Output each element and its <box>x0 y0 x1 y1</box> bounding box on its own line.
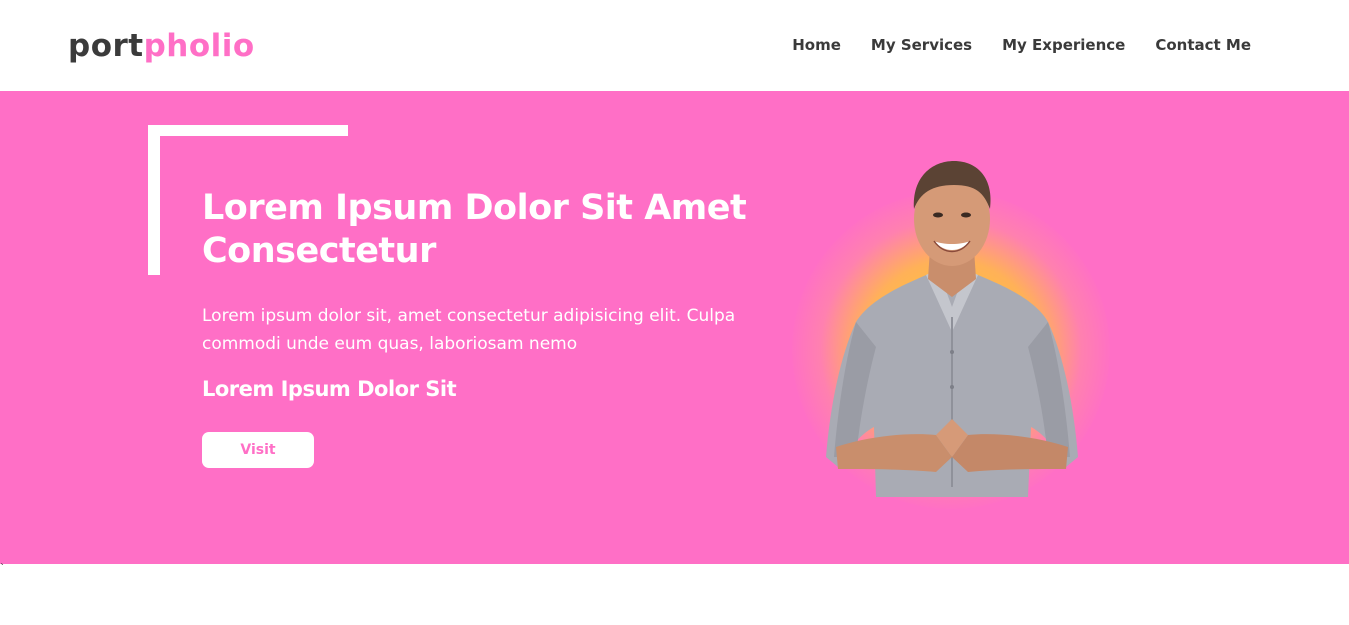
nav-item-my-services[interactable]: My Services <box>871 34 972 56</box>
page: portpholio Home My Services My Experienc… <box>0 0 1349 625</box>
person-portrait-image <box>826 161 1078 497</box>
brand-logo-part1: port <box>68 28 144 64</box>
hero-frame-top-bar <box>148 125 348 136</box>
hero-subtitle: Lorem Ipsum Dolor Sit <box>202 377 457 401</box>
stray-backtick-mark: ` <box>0 563 5 574</box>
hero-title: Lorem Ipsum Dolor Sit Amet Consectetur <box>202 188 747 271</box>
main-nav: Home My Services My Experience Contact M… <box>762 34 1251 56</box>
hero-description: Lorem ipsum dolor sit, amet consectetur … <box>202 306 736 354</box>
visit-button[interactable]: Visit <box>202 432 314 468</box>
hero-section: Lorem Ipsum Dolor Sit Amet Consectetur L… <box>0 91 1349 564</box>
nav-item-contact-me[interactable]: Contact Me <box>1155 34 1251 56</box>
brand-logo[interactable]: portpholio <box>68 27 255 65</box>
brand-logo-part2: pholio <box>143 28 255 64</box>
nav-item-my-experience[interactable]: My Experience <box>1002 34 1125 56</box>
hero-frame-left-bar <box>148 125 160 275</box>
site-header: portpholio Home My Services My Experienc… <box>0 0 1349 91</box>
nav-item-home[interactable]: Home <box>792 34 841 56</box>
